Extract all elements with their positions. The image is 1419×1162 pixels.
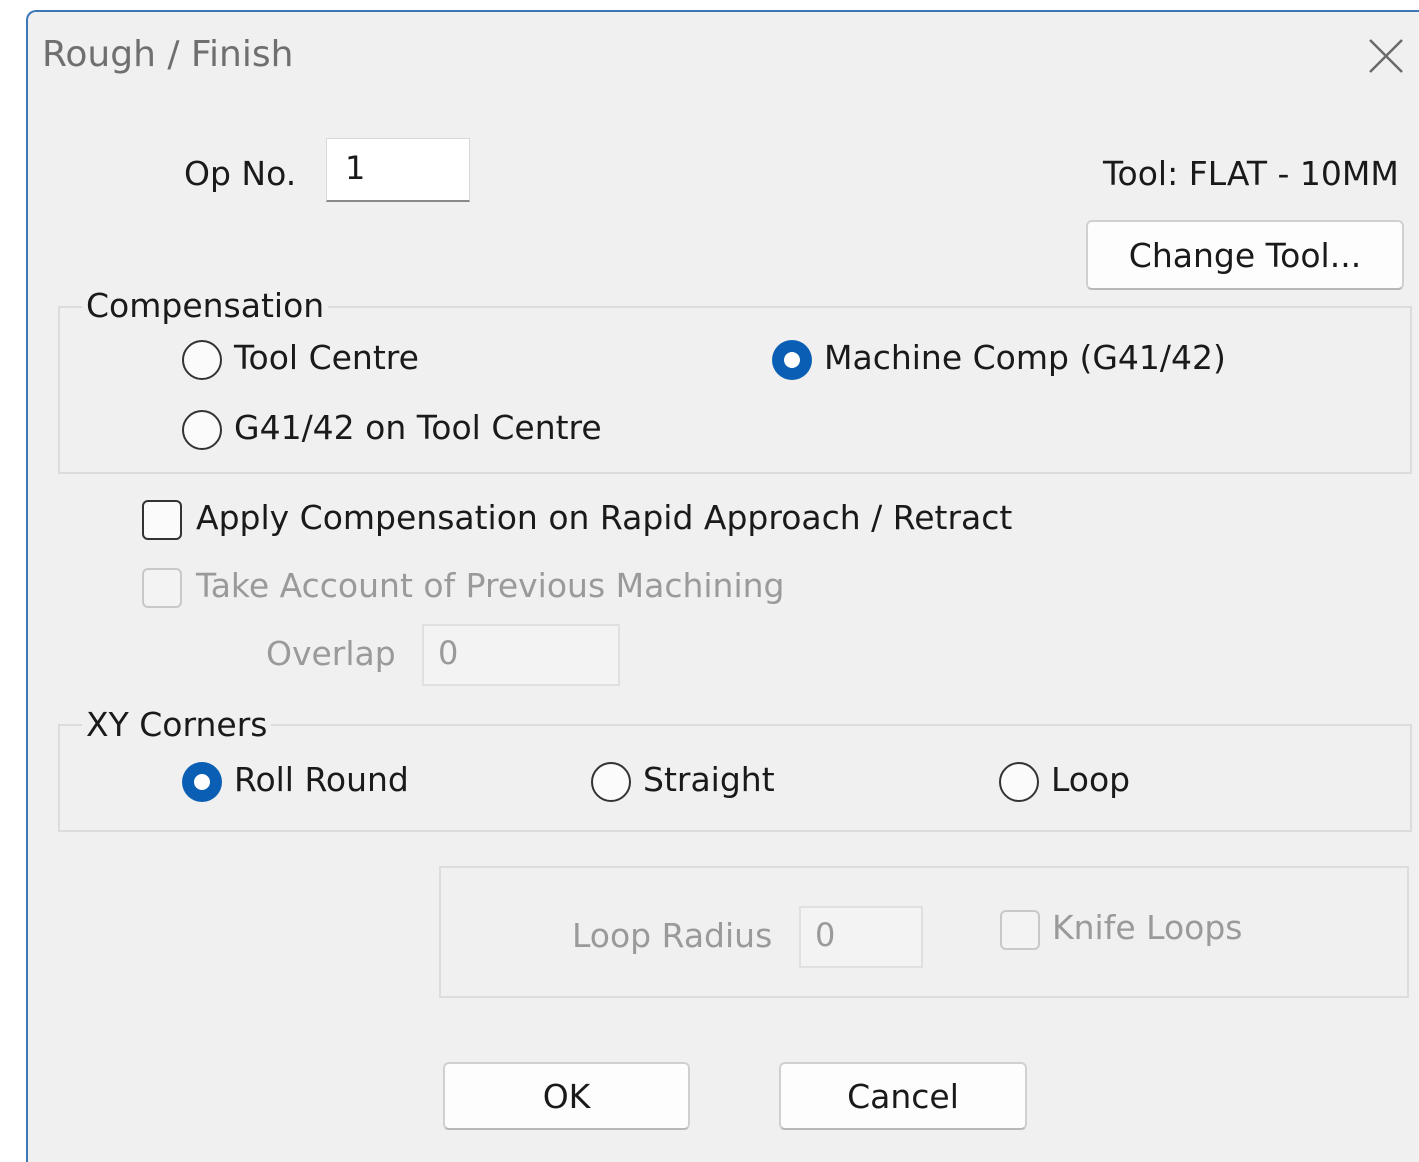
radio-label: Machine Comp (G41/42) bbox=[824, 338, 1226, 377]
radio-label: G41/42 on Tool Centre bbox=[234, 408, 602, 447]
previous-machining-checkbox[interactable]: Take Account of Previous Machining bbox=[142, 566, 802, 610]
loop-radius-label: Loop Radius bbox=[572, 916, 773, 955]
close-icon[interactable] bbox=[1366, 36, 1406, 76]
radio-button[interactable] bbox=[182, 340, 222, 380]
overlap-input[interactable]: 0 bbox=[422, 624, 620, 686]
compensation-legend: Compensation bbox=[82, 286, 329, 325]
apply-compensation-checkbox[interactable]: Apply Compensation on Rapid Approach / R… bbox=[142, 498, 1022, 542]
knife-loops-checkbox[interactable]: Knife Loops bbox=[1000, 908, 1260, 952]
loop-radius-input[interactable]: 0 bbox=[799, 906, 923, 968]
checkbox-box[interactable] bbox=[142, 568, 182, 608]
radio-straight[interactable]: Straight bbox=[591, 760, 791, 804]
radio-machine-comp[interactable]: Machine Comp (G41/42) bbox=[772, 338, 1232, 382]
radio-g41-on-tool-centre[interactable]: G41/42 on Tool Centre bbox=[182, 408, 622, 452]
xy-corners-legend: XY Corners bbox=[82, 705, 272, 744]
radio-button-selected[interactable] bbox=[182, 762, 222, 802]
radio-button[interactable] bbox=[591, 762, 631, 802]
radio-button-selected[interactable] bbox=[772, 340, 812, 380]
radio-label: Roll Round bbox=[234, 760, 409, 799]
dialog-title: Rough / Finish bbox=[42, 34, 294, 75]
checkbox-box[interactable] bbox=[1000, 910, 1040, 950]
checkbox-label: Knife Loops bbox=[1052, 908, 1243, 947]
radio-label: Tool Centre bbox=[234, 338, 419, 377]
op-no-label: Op No. bbox=[184, 154, 297, 193]
tool-label: Tool: FLAT - 10MM bbox=[1103, 154, 1399, 193]
ok-button[interactable]: OK bbox=[443, 1062, 690, 1130]
change-tool-button[interactable]: Change Tool... bbox=[1086, 220, 1404, 290]
radio-label: Straight bbox=[643, 760, 775, 799]
radio-tool-centre[interactable]: Tool Centre bbox=[182, 338, 442, 382]
checkbox-label: Take Account of Previous Machining bbox=[196, 566, 785, 605]
radio-button[interactable] bbox=[999, 762, 1039, 802]
rough-finish-dialog: Rough / Finish Op No. 1 Tool: FLAT - 10M… bbox=[26, 10, 1419, 1162]
checkbox-box[interactable] bbox=[142, 500, 182, 540]
radio-loop[interactable]: Loop bbox=[999, 760, 1159, 804]
checkbox-label: Apply Compensation on Rapid Approach / R… bbox=[196, 498, 1013, 537]
radio-roll-round[interactable]: Roll Round bbox=[182, 760, 422, 804]
radio-label: Loop bbox=[1051, 760, 1131, 799]
radio-button[interactable] bbox=[182, 410, 222, 450]
cancel-button[interactable]: Cancel bbox=[779, 1062, 1027, 1130]
op-no-input[interactable]: 1 bbox=[326, 138, 470, 202]
overlap-label: Overlap bbox=[266, 634, 396, 673]
